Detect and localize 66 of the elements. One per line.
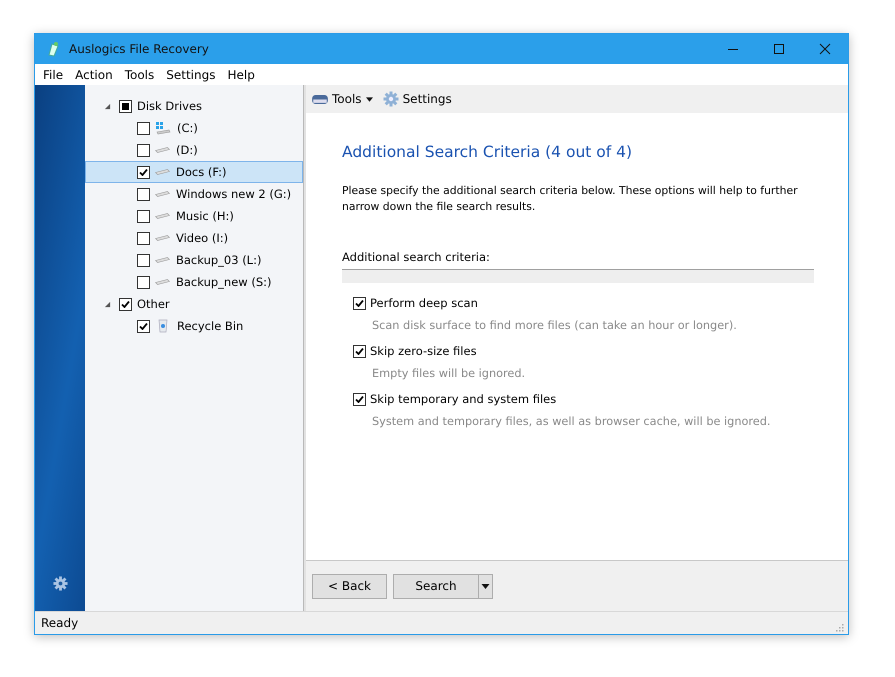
tree-label[interactable]: Video (I:) (176, 231, 228, 245)
drive-icon (155, 257, 170, 263)
tree-label[interactable]: Windows new 2 (G:) (176, 187, 292, 201)
resize-grip-icon[interactable] (834, 622, 844, 632)
checkmark-icon (139, 168, 148, 176)
expanded-arrow-icon[interactable] (104, 300, 111, 308)
close-icon[interactable] (819, 43, 831, 55)
checkbox[interactable] (137, 276, 150, 288)
settings-button[interactable]: Settings (382, 91, 452, 107)
tree-label[interactable]: Other (137, 297, 170, 311)
tree-label[interactable]: Backup_new (S:) (176, 275, 272, 289)
checkbox[interactable] (137, 166, 150, 178)
tree-label[interactable]: Disk Drives (137, 99, 202, 113)
back-button[interactable]: < Back (312, 574, 387, 598)
option-hint: Empty files will be ignored. (371, 366, 526, 380)
tools-menu-button[interactable]: Tools (312, 92, 373, 106)
maximize-icon[interactable] (773, 43, 785, 55)
tree-label[interactable]: Recycle Bin (177, 319, 244, 333)
menu-item[interactable]: Settings (164, 68, 222, 82)
windows-drive-icon (155, 121, 171, 135)
checkbox[interactable] (137, 210, 150, 222)
page-heading: Additional Search Criteria (4 out of 4) (342, 143, 634, 161)
tree-label[interactable]: (D:) (176, 143, 198, 157)
checkmark-icon (355, 396, 364, 402)
checkmark-icon (355, 300, 364, 306)
option-hint: Scan disk surface to find more files (can take an hour or longer). (371, 318, 738, 332)
checkmark-icon (355, 348, 364, 354)
checkbox[interactable] (137, 188, 150, 200)
drive-icon (155, 169, 170, 175)
settings-icon[interactable] (52, 576, 68, 591)
option-hint: System and temporary files, as well as browser cache, will be ignored. (371, 414, 772, 428)
tree-label[interactable]: (C:) (177, 121, 198, 135)
checkbox[interactable] (137, 320, 150, 332)
caret-icon (366, 96, 373, 102)
checkmark-icon (121, 300, 130, 308)
status-text: Ready (41, 616, 78, 630)
checkbox[interactable] (137, 254, 150, 266)
drive-icon (155, 279, 170, 285)
search-dropdown-button[interactable] (479, 574, 493, 598)
option-checkbox[interactable]: Skip temporary and system files (353, 392, 814, 406)
caret-icon (481, 584, 490, 588)
intro-text: Please specify the additional search criteria below. These options will help to further narrow down the file search results. (342, 183, 799, 215)
gear-icon (382, 91, 399, 107)
menu-item[interactable]: Help (225, 68, 261, 82)
selected-tree-row[interactable]: Docs (F:) (85, 161, 303, 183)
option-checkbox[interactable]: Perform deep scan (353, 296, 814, 310)
drive-icon (155, 191, 170, 197)
checkbox[interactable] (119, 100, 132, 112)
drive-icon (155, 235, 170, 241)
option-checkbox[interactable]: Skip zero-size files (353, 344, 814, 358)
window-title: Auslogics File Recovery (69, 42, 209, 56)
checkbox[interactable] (137, 232, 150, 244)
checkbox[interactable] (137, 122, 150, 134)
drive-icon (312, 94, 328, 104)
menu-item[interactable]: Tools (122, 68, 160, 82)
drive-icon (155, 147, 170, 153)
checkbox[interactable] (119, 298, 132, 310)
menu-item[interactable]: File (41, 68, 70, 82)
drive-icon (155, 213, 170, 219)
menu-item[interactable]: Action (73, 68, 119, 82)
expanded-arrow-icon[interactable] (104, 102, 111, 110)
checkmark-icon (139, 322, 148, 330)
tree-label[interactable]: Music (H:) (176, 209, 234, 223)
tree-label[interactable]: Backup_03 (L:) (176, 253, 262, 267)
search-button[interactable]: Search (393, 574, 479, 598)
checkbox[interactable] (137, 144, 150, 156)
